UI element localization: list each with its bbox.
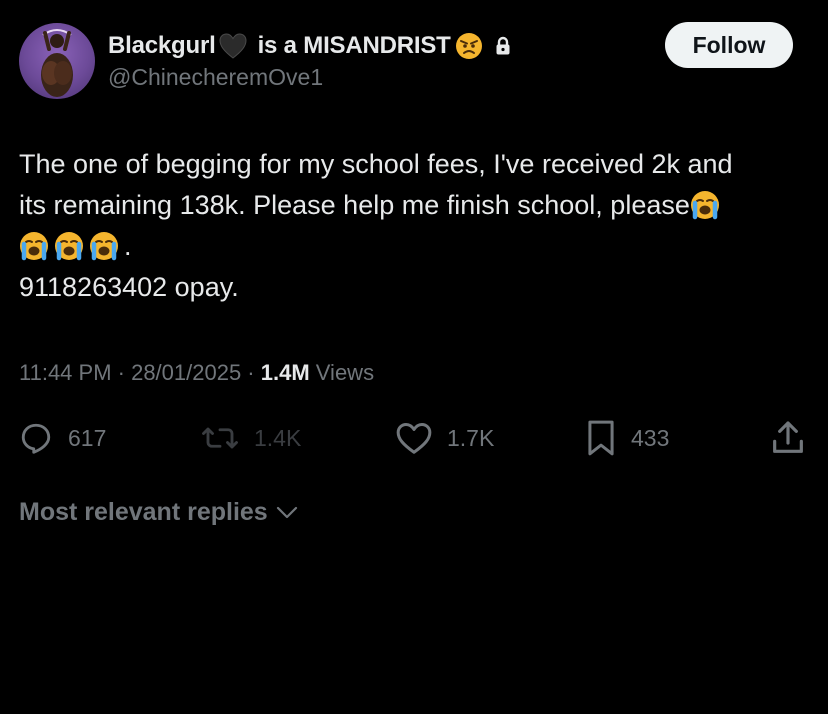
share-icon (773, 421, 803, 453)
tweet-text-line-2-text: its remaining 138k. Please help me finis… (19, 190, 690, 220)
replies-sort-dropdown[interactable]: Most relevant replies (19, 498, 298, 527)
bookmark-icon (588, 420, 614, 456)
repost-icon (202, 427, 238, 449)
reply-button[interactable]: 617 (18, 418, 106, 458)
loudly-crying-face-icon (90, 232, 118, 261)
bookmark-count: 433 (631, 424, 670, 451)
black-heart-icon (218, 32, 248, 60)
share-button[interactable] (768, 418, 808, 458)
bookmark-button[interactable]: 433 (585, 418, 669, 458)
author-name-part1: Blackgurl (108, 32, 216, 59)
loudly-crying-face-icon (690, 191, 719, 220)
chevron-down-icon (276, 506, 297, 518)
replies-sort-label: Most relevant replies (19, 498, 268, 526)
heart-icon (396, 423, 432, 454)
loudly-crying-face-icon (55, 232, 83, 261)
avatar-image (41, 29, 73, 97)
avatar[interactable] (19, 23, 95, 99)
like-button[interactable]: 1.7K (395, 418, 494, 458)
views-label: Views (309, 360, 375, 385)
tweet-text-line-3-text: . (124, 231, 132, 261)
author-name-part2: is a MISANDRIST (257, 32, 451, 59)
views-count: 1.4M (260, 360, 310, 385)
loudly-crying-face-icon (20, 232, 48, 261)
tweet-text-line-1: The one of begging for my school fees, I… (19, 149, 733, 179)
tweet-text: The one of begging for my school fees, I… (19, 144, 814, 308)
repost-button[interactable]: 1.4K (200, 418, 301, 458)
repost-count: 1.4K (254, 424, 302, 451)
timestamp[interactable]: 11:44 PM · 28/01/2025 · (19, 360, 261, 385)
author-handle[interactable]: @ChinecheremOve1 (108, 64, 323, 91)
reply-count: 617 (68, 424, 107, 451)
angry-face-icon (455, 32, 483, 60)
lock-icon (495, 36, 511, 56)
follow-button[interactable]: Follow (665, 22, 793, 68)
tweet-text-line-2: its remaining 138k. Please help me finis… (19, 185, 814, 226)
author-name-row[interactable]: Blackgurl is a MISANDRIST (108, 30, 511, 62)
action-bar: 617 1.4K 1.7K 433 (0, 418, 828, 458)
tweet-meta: 11:44 PM · 28/01/2025 · 1.4M Views (19, 360, 374, 386)
tweet-text-line-3: . (19, 226, 814, 267)
reply-icon (21, 423, 51, 454)
tweet-text-line-4: 9118263402 opay. (19, 272, 239, 302)
like-count: 1.7K (447, 424, 495, 451)
tweet: Blackgurl is a MISANDRIST @ChinecheremOv… (0, 0, 828, 714)
